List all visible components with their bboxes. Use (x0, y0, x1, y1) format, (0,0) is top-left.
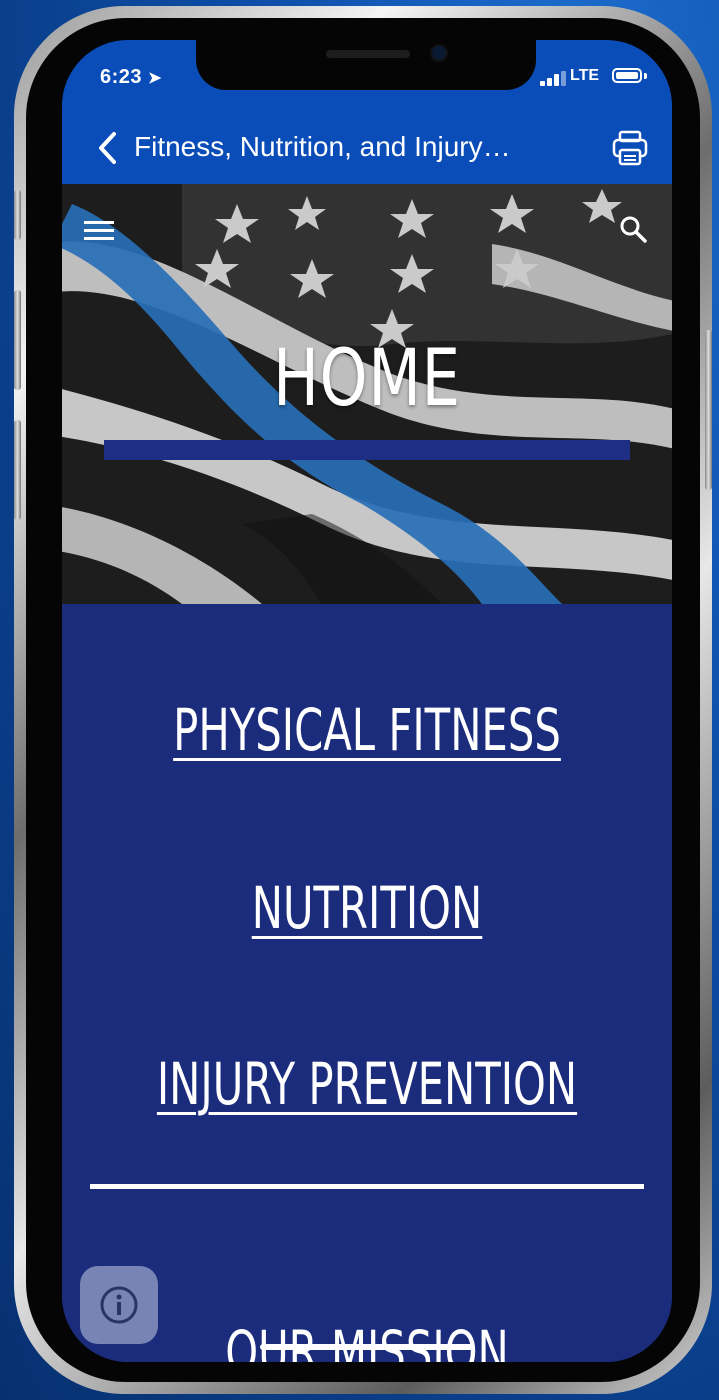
status-time-text: 6:23 (100, 66, 143, 88)
speaker-grille (326, 50, 410, 58)
status-time: 6:23 ➤ (100, 66, 162, 89)
phone-mute-switch (14, 190, 21, 240)
phone-volume-down (14, 420, 21, 520)
status-bar: 6:23 ➤ LTE (62, 40, 672, 116)
title-underline-bar (104, 440, 630, 460)
search-icon[interactable] (618, 214, 648, 244)
info-button[interactable] (80, 1266, 158, 1344)
physical-fitness-link[interactable]: PHYSICAL FITNESS (147, 696, 586, 764)
battery-tip (644, 73, 647, 79)
info-icon (100, 1286, 138, 1324)
network-type: LTE (570, 67, 600, 84)
nutrition-link[interactable]: NUTRITION (147, 874, 586, 942)
navigation-bar: Fitness, Nutrition, and Injury… (62, 116, 672, 184)
section-divider (90, 1184, 644, 1189)
injury-prevention-link[interactable]: INJURY PREVENTION (147, 1050, 586, 1118)
printer-icon[interactable] (610, 128, 650, 168)
main-content: PHYSICAL FITNESS NUTRITION INJURY PREVEN… (62, 604, 672, 1362)
signal-bars-icon (540, 70, 568, 86)
phone-volume-up (14, 290, 21, 390)
nav-title: Fitness, Nutrition, and Injury… (134, 131, 511, 162)
hero-banner: HOME (62, 184, 672, 604)
our-mission-link[interactable]: OUR MISSION (147, 1318, 586, 1362)
location-arrow-icon: ➤ (148, 70, 162, 87)
notch (196, 40, 536, 90)
phone-power-button (705, 330, 712, 490)
front-camera (432, 46, 446, 60)
page-title: HOME (273, 334, 461, 424)
chevron-left-icon[interactable] (96, 130, 118, 166)
battery-icon (612, 68, 642, 83)
app-screen: 6:23 ➤ LTE Fitness, Nutrition, and Injury… (62, 40, 672, 1362)
home-indicator[interactable] (260, 1344, 474, 1350)
hamburger-menu-icon[interactable] (84, 218, 114, 242)
